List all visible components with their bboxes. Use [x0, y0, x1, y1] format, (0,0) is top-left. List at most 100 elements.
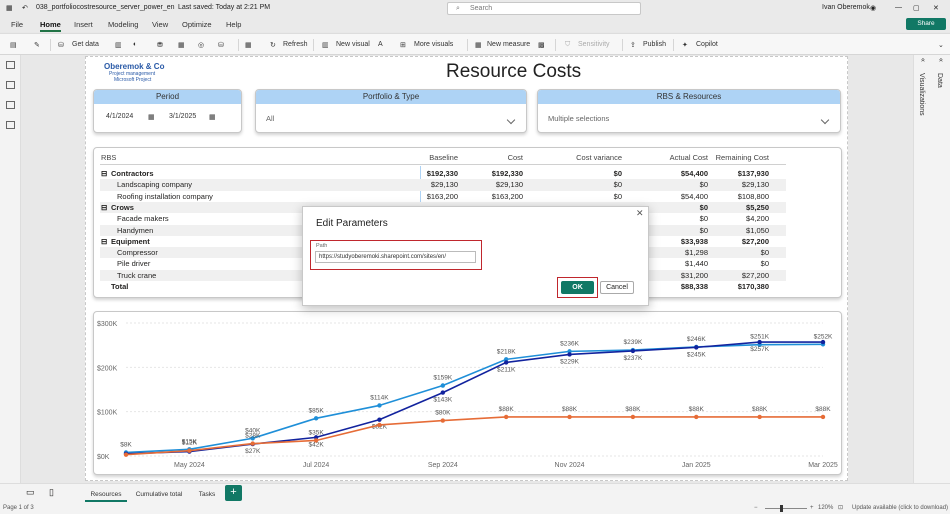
table-row[interactable]: ⊟ Contractors $192,330 $192,330 $0 $54,400 $13…	[100, 168, 786, 179]
text-box-icon[interactable]: A	[378, 41, 383, 48]
add-page-button[interactable]: +	[225, 485, 242, 501]
rbs-dropdown[interactable]: Multiple selections	[542, 111, 836, 127]
recent-sources-icon[interactable]: ⛁	[218, 41, 224, 49]
get-data-button[interactable]: Get data	[72, 41, 99, 48]
menu-optimize[interactable]: Optimize	[182, 20, 212, 29]
dax-query-icon[interactable]	[6, 121, 15, 129]
visualizations-pane-tab[interactable]: Visualizations	[918, 73, 925, 116]
undo-icon[interactable]: ↶	[22, 4, 28, 12]
publish-button[interactable]: Publish	[643, 41, 666, 48]
copilot-button[interactable]: Copilot	[696, 41, 718, 48]
collapse-data-icon[interactable]: «	[937, 58, 944, 62]
data-label: $12K	[182, 440, 198, 447]
new-measure-icon: ▦	[475, 42, 482, 49]
tab-tasks[interactable]: Tasks	[192, 488, 222, 502]
sql-icon[interactable]: ⛃	[157, 41, 163, 49]
page-title: Resource Costs	[446, 61, 582, 82]
path-input[interactable]: https://studyoberemoki.sharepoint.com/si…	[315, 251, 476, 263]
fit-page-icon[interactable]: ⊡	[838, 504, 843, 511]
close-icon[interactable]: ✕	[636, 208, 644, 219]
data-label: $236K	[560, 340, 579, 347]
collapse-viz-icon[interactable]: «	[919, 58, 926, 62]
table-row[interactable]: Landscaping company $29,130 $29,130 $0 $0 $29…	[100, 179, 786, 191]
zoom-in-icon[interactable]: +	[810, 505, 814, 511]
excel-icon[interactable]: ▥	[115, 41, 122, 49]
table-cell: $4,200	[746, 214, 769, 224]
mobile-view-icon[interactable]: ▯	[49, 487, 54, 498]
update-notice[interactable]: Update available (click to download)	[852, 505, 948, 511]
menu-insert[interactable]: Insert	[74, 20, 93, 29]
collapse-icon[interactable]: ⊟	[101, 168, 107, 179]
end-date[interactable]: 3/1/2025	[169, 113, 196, 124]
maximize-icon[interactable]: ▢	[913, 4, 920, 12]
data-label: $88K	[625, 406, 641, 413]
desktop-view-icon[interactable]: ▭	[26, 487, 35, 498]
model-view-icon[interactable]	[6, 101, 15, 109]
header-actual-cost[interactable]: Actual Cost	[670, 153, 708, 162]
cancel-button[interactable]: Cancel	[600, 281, 634, 294]
zoom-slider[interactable]	[765, 508, 807, 509]
onelake-icon[interactable]: ◐	[133, 41, 137, 48]
data-pane-tab[interactable]: Data	[936, 73, 943, 88]
menu-home[interactable]: Home	[40, 20, 61, 32]
zoom-out-icon[interactable]: −	[754, 505, 758, 511]
header-baseline[interactable]: Baseline	[429, 153, 458, 162]
collapse-ribbon-icon[interactable]: ⌄	[938, 41, 944, 49]
format-painter-icon[interactable]: ✎	[34, 41, 40, 49]
menu-help[interactable]: Help	[226, 20, 241, 29]
sensitivity-button[interactable]: Sensitivity	[578, 41, 610, 48]
refresh-button[interactable]: Refresh	[283, 41, 308, 48]
table-cell: $54,400	[680, 191, 708, 201]
portfolio-dropdown[interactable]: All	[260, 111, 522, 127]
zoom-slider-thumb[interactable]	[780, 505, 783, 512]
logo-name: Oberemok & Co	[104, 62, 165, 71]
collapse-icon[interactable]: ⊟	[101, 202, 107, 213]
header-remaining-cost[interactable]: Remaining Cost	[716, 153, 769, 162]
calendar-icon[interactable]: ▦	[209, 113, 216, 124]
row-label: Compressor	[117, 248, 158, 258]
dataverse-icon[interactable]: ◎	[198, 41, 204, 49]
data-point	[440, 418, 446, 423]
rbs-slicer[interactable]: RBS & Resources Multiple selections	[537, 89, 841, 133]
new-visual-button[interactable]: New visual	[336, 41, 370, 48]
header-rbs[interactable]: RBS	[101, 153, 116, 162]
x-tick-label: Mar 2025	[808, 462, 838, 469]
header-cost[interactable]: Cost	[508, 153, 523, 162]
menu-modeling[interactable]: Modeling	[108, 20, 138, 29]
user-name[interactable]: Ivan Oberemok	[822, 4, 870, 11]
y-tick-label: $200K	[97, 365, 118, 372]
header-cost-variance[interactable]: Cost variance	[576, 153, 622, 162]
search-input[interactable]: ⌕ Search	[447, 2, 641, 15]
menu-bar: File Home Insert Modeling View Optimize …	[0, 18, 950, 32]
calendar-icon[interactable]: ▦	[148, 113, 155, 124]
cumulative-cost-chart[interactable]: $0K $100K $200K $300K May 2024 Jul 2024 Sep 20…	[93, 311, 842, 475]
table-row[interactable]: Roofing installation company $163,200 $163…	[100, 191, 786, 202]
table-cell: $163,200	[426, 191, 458, 201]
ok-button[interactable]: OK	[561, 281, 594, 294]
share-button[interactable]: Share	[906, 18, 946, 30]
paste-icon[interactable]: ▤	[10, 41, 17, 49]
chevron-down-icon	[506, 115, 516, 125]
data-point	[187, 448, 192, 453]
new-measure-button[interactable]: New measure	[487, 41, 530, 48]
period-slicer[interactable]: Period 4/1/2024 ▦ 3/1/2025 ▦	[93, 89, 242, 133]
more-visuals-button[interactable]: More visuals	[414, 41, 453, 48]
table-view-icon[interactable]	[6, 81, 15, 89]
transform-icon[interactable]: ▦	[245, 41, 252, 49]
report-view-icon[interactable]	[6, 61, 15, 69]
minimize-icon[interactable]: —	[895, 4, 902, 11]
enter-data-icon[interactable]: ▦	[178, 41, 185, 49]
tab-cumulative-total[interactable]: Cumulative total	[132, 488, 186, 502]
portfolio-slicer[interactable]: Portfolio & Type All	[255, 89, 527, 133]
tab-resources[interactable]: Resources	[85, 488, 127, 502]
collapse-icon[interactable]: ⊟	[101, 236, 107, 247]
close-icon[interactable]: ✕	[933, 4, 939, 12]
menu-file[interactable]: File	[11, 20, 23, 29]
start-date[interactable]: 4/1/2024	[106, 113, 133, 124]
saved-status[interactable]: Last saved: Today at 2:21 PM	[178, 4, 270, 11]
avatar[interactable]: ◉	[870, 4, 876, 12]
menu-view[interactable]: View	[152, 20, 168, 29]
table-cell: $1,440	[685, 259, 708, 269]
quick-measure-icon[interactable]: ▩	[538, 41, 545, 49]
data-point	[313, 438, 319, 443]
